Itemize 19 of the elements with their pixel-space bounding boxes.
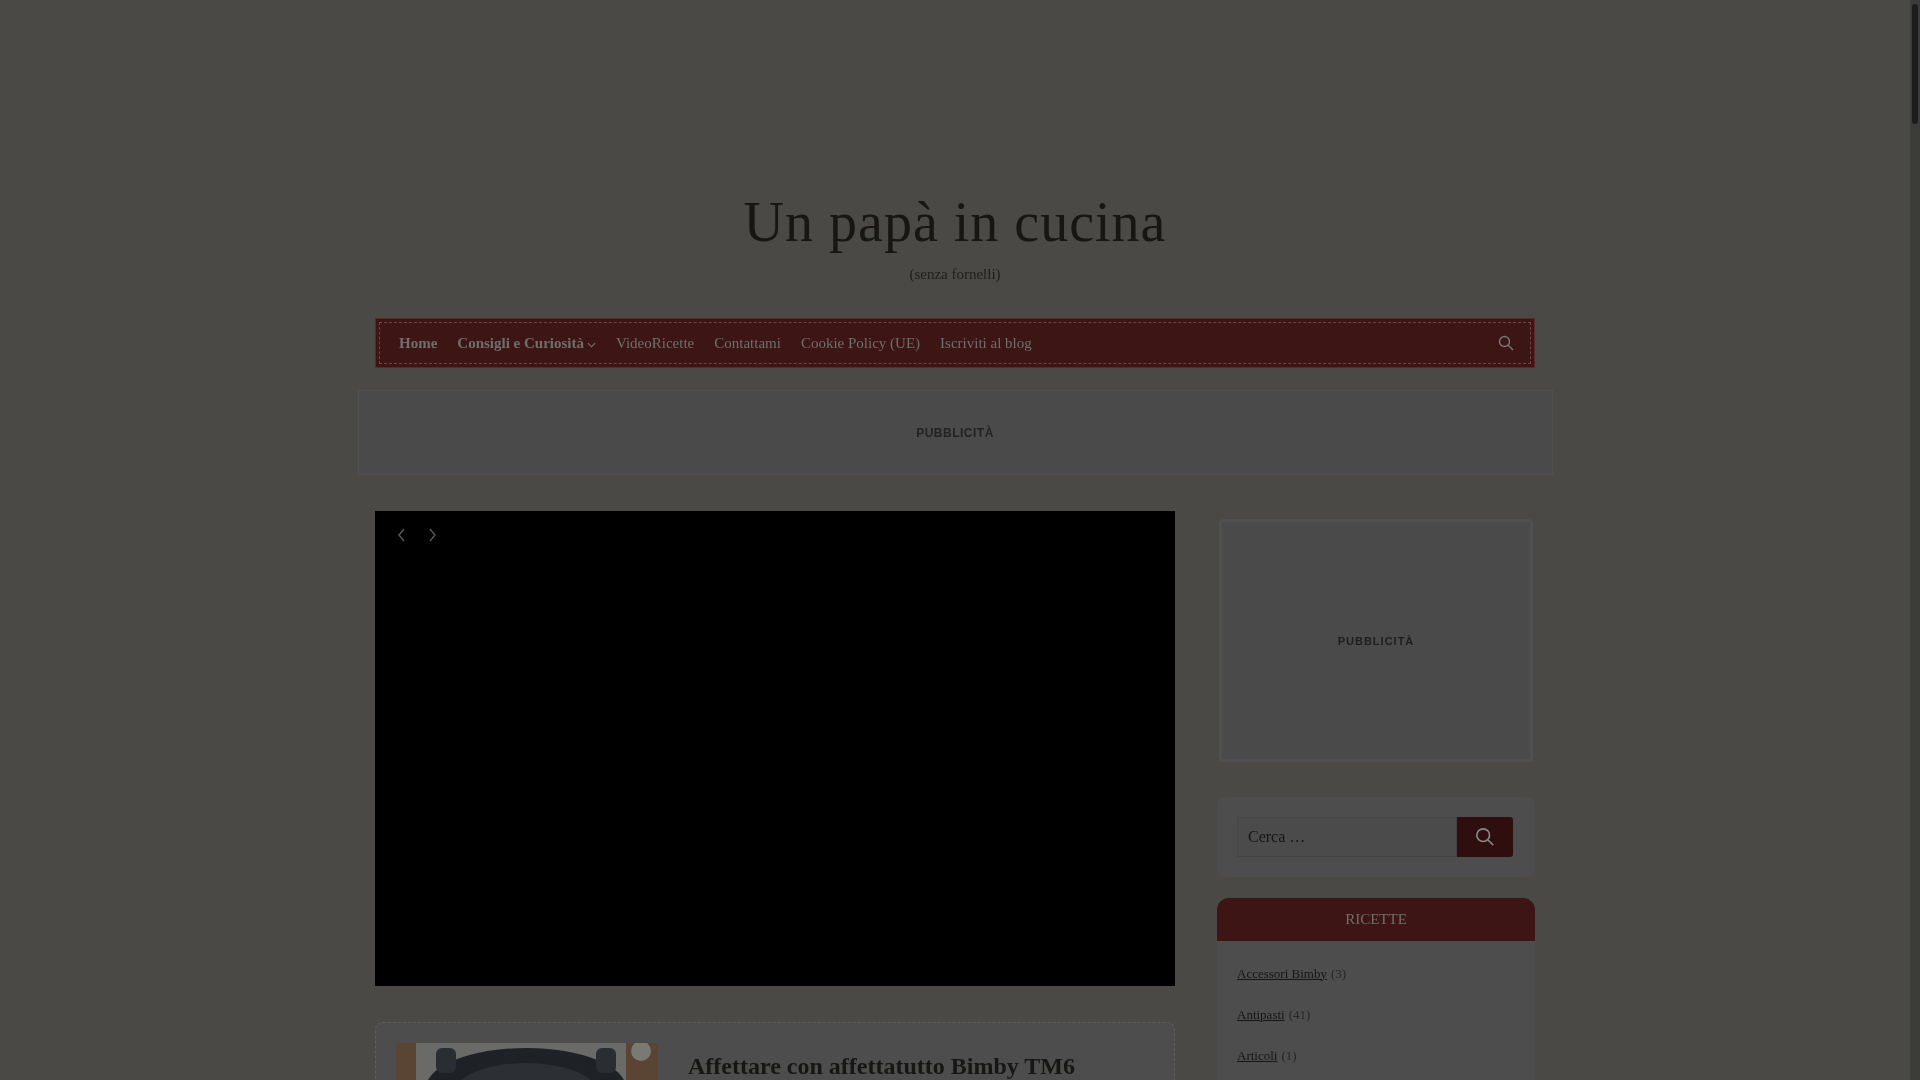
search-icon [1475, 827, 1495, 847]
nav-link[interactable]: VideoRicette [616, 334, 695, 352]
nav-link[interactable]: Iscriviti al blog [940, 334, 1032, 352]
widget-title: RICETTE [1345, 911, 1407, 928]
search-icon[interactable] [1498, 335, 1514, 351]
nav-link[interactable]: Home [399, 334, 438, 352]
previous-icon[interactable] [396, 527, 408, 543]
caret-icon[interactable] [587, 342, 596, 348]
scrollbar-thumb[interactable] [1912, 4, 1918, 124]
scrollbar[interactable] [1910, 0, 1920, 1080]
next-icon[interactable] [426, 527, 438, 543]
nav-link[interactable]: Cookie Policy (UE) [800, 334, 921, 352]
search-button[interactable] [1457, 817, 1513, 857]
category-link[interactable]: Accessori Bimby [1237, 965, 1327, 982]
category-link[interactable]: Articoli [1237, 1047, 1278, 1064]
nav-link[interactable]: Contattami [714, 334, 781, 352]
category-link[interactable]: Antipasti [1237, 1006, 1285, 1023]
post-title[interactable]: Affettare con affettatutto Bimby TM6 [688, 1053, 1075, 1080]
nav-link[interactable]: Consigli e Curiosità [457, 334, 596, 352]
